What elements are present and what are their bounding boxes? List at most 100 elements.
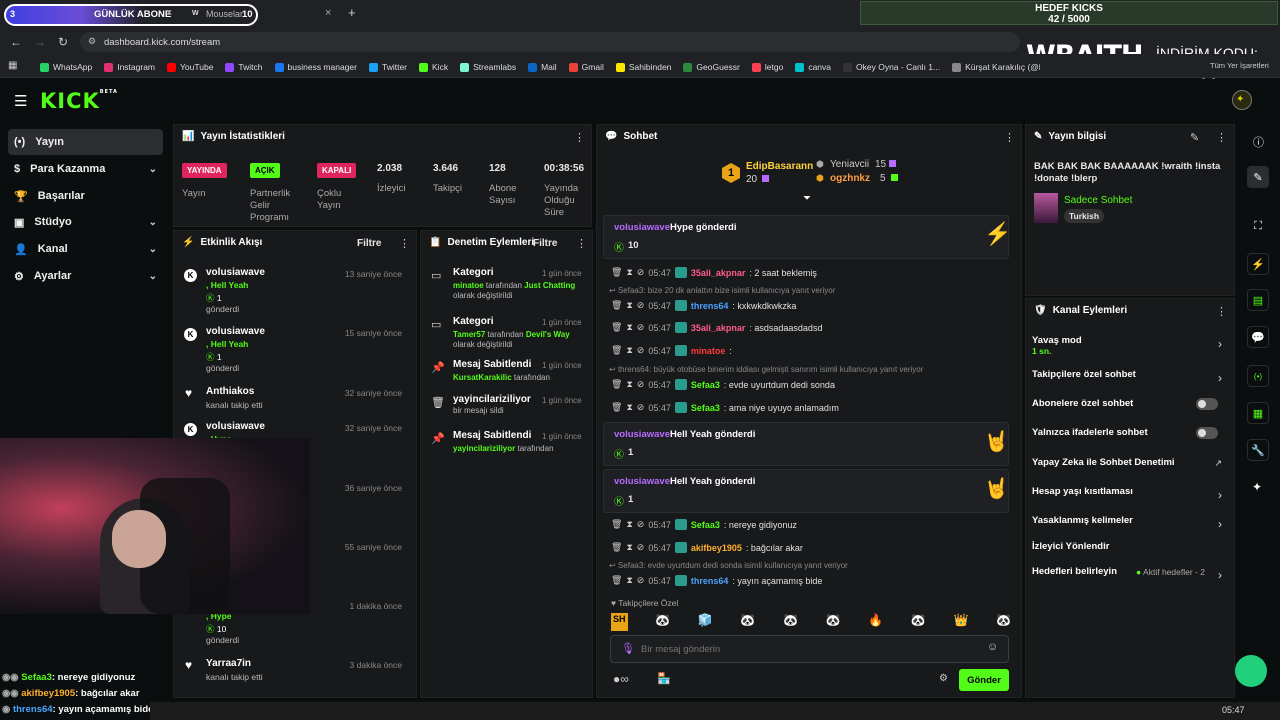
- microphone-icon[interactable]: 🎙: [621, 642, 635, 655]
- crop-icon[interactable]: ⛶: [1247, 215, 1269, 237]
- apps-grid-icon[interactable]: ▦: [8, 60, 17, 71]
- nav-ayarlar[interactable]: ⚙ Ayarlar ⌄: [8, 263, 163, 289]
- forward-icon[interactable]: →: [34, 35, 46, 49]
- kick-logo[interactable]: KICKBETA: [40, 89, 118, 113]
- leader-name[interactable]: EdipBasarann: [746, 161, 813, 172]
- ban-icon[interactable]: ⊘: [637, 300, 645, 311]
- ban-icon[interactable]: ⊘: [637, 379, 645, 390]
- event-user[interactable]: Anthiakos: [206, 386, 263, 397]
- more-options-icon[interactable]: ⋮: [574, 131, 585, 144]
- event-user[interactable]: volusiawave: [206, 267, 265, 278]
- layout-icon[interactable]: ▦: [1247, 402, 1269, 424]
- bookmark-item[interactable]: Mail: [528, 60, 557, 74]
- emote-icon[interactable]: 🔥: [868, 613, 883, 631]
- help-fab[interactable]: [1235, 655, 1267, 687]
- edit-icon[interactable]: ✎: [1247, 166, 1269, 188]
- broadcast-icon[interactable]: (•): [1247, 365, 1269, 387]
- expand-icon[interactable]: ⏷: [803, 193, 811, 204]
- bookmark-item[interactable]: Instagram: [104, 60, 155, 74]
- event-user[interactable]: volusiawave: [206, 326, 265, 337]
- channel-action-row[interactable]: Hesap yaşı kısıtlaması ›: [1026, 486, 1234, 508]
- clipboard-icon[interactable]: ▤: [1247, 289, 1269, 311]
- bookmark-item[interactable]: YouTube: [167, 60, 213, 74]
- ban-icon[interactable]: ⊘: [637, 402, 645, 413]
- delete-icon[interactable]: 🗑: [611, 575, 622, 586]
- delete-icon[interactable]: 🗑: [611, 519, 622, 530]
- filter-button[interactable]: Filtre: [357, 238, 381, 249]
- channel-action-row[interactable]: Takipçilere özel sohbet ›: [1026, 369, 1234, 391]
- leader-name[interactable]: Yeniavcii: [830, 159, 869, 170]
- filter-button[interactable]: Filtre: [533, 238, 557, 249]
- timeout-icon[interactable]: ⧗: [626, 379, 632, 390]
- close-icon[interactable]: ×: [166, 7, 172, 19]
- message-user[interactable]: threns64: [691, 576, 729, 586]
- send-button[interactable]: Gönder: [959, 669, 1009, 691]
- ban-icon[interactable]: ⊘: [637, 519, 645, 530]
- channel-action-row[interactable]: Hedefleri belirleyin › ● Aktif hedefler - …: [1026, 566, 1234, 588]
- bookmark-item[interactable]: canva: [795, 60, 831, 74]
- ban-icon[interactable]: ⊘: [637, 345, 645, 356]
- mod-user[interactable]: yayincilariziliyor: [453, 444, 515, 453]
- more-options-icon[interactable]: ⋮: [576, 237, 587, 250]
- message-user[interactable]: Sefaa3: [691, 403, 720, 413]
- mod-user[interactable]: KursatKarakilic: [453, 373, 512, 382]
- message-user[interactable]: minatoe: [691, 346, 726, 356]
- delete-icon[interactable]: 🗑: [611, 300, 622, 311]
- gear-icon[interactable]: ⚙: [939, 673, 948, 684]
- event-user[interactable]: volusiawave: [206, 421, 265, 432]
- wrench-icon[interactable]: 🔧: [1247, 439, 1269, 461]
- ban-icon[interactable]: ⊘: [637, 322, 645, 333]
- delete-icon[interactable]: 🗑: [611, 542, 622, 553]
- event-user[interactable]: Yarraa7in: [206, 658, 263, 669]
- emote-icon[interactable]: 🐼: [783, 613, 798, 631]
- bookmark-item[interactable]: Sahibinden: [615, 60, 671, 74]
- bookmark-item[interactable]: WhatsApp: [40, 60, 92, 74]
- message-user[interactable]: 35ali_akpnar: [691, 323, 746, 333]
- nav-para-kazanma[interactable]: $ Para Kazanma ⌄: [8, 156, 163, 182]
- emote-icon[interactable]: 🐼: [911, 613, 926, 631]
- more-options-icon[interactable]: ⋮: [1216, 305, 1227, 318]
- bookmark-item[interactable]: Streamlabs: [460, 60, 516, 74]
- channel-points-icon[interactable]: ●∞: [613, 672, 629, 686]
- timeout-icon[interactable]: ⧗: [626, 300, 632, 311]
- emote-icon[interactable]: 🧊: [698, 613, 713, 631]
- channel-action-row[interactable]: Yavaş mod 1 sn. ›: [1026, 335, 1234, 357]
- category-name[interactable]: Sadece Sohbet: [1064, 195, 1132, 206]
- store-icon[interactable]: 🏪: [657, 672, 671, 685]
- bookmark-item[interactable]: Twitch: [225, 60, 263, 74]
- delete-icon[interactable]: 🗑: [611, 322, 622, 333]
- bookmark-item[interactable]: Okey Oyna - Canlı 1...: [843, 60, 940, 74]
- message-user[interactable]: 35ali_akpnar: [691, 268, 746, 278]
- edit-icon[interactable]: ✎: [1190, 131, 1199, 144]
- message-user[interactable]: akifbey1905: [691, 543, 742, 553]
- more-options-icon[interactable]: ⋮: [1216, 131, 1227, 144]
- hype-user[interactable]: volusiawave: [614, 222, 670, 233]
- bookmark-item[interactable]: Kürşat Karakılıç (@k...: [952, 60, 1040, 74]
- timeout-icon[interactable]: ⧗: [626, 519, 632, 530]
- chat-input-box[interactable]: 🎙 ☺: [610, 635, 1009, 663]
- bookmark-item[interactable]: Twitter: [368, 60, 407, 74]
- chat-message-input[interactable]: [641, 641, 971, 657]
- mod-user[interactable]: minatoe: [453, 281, 484, 290]
- close-icon[interactable]: ×: [325, 7, 331, 19]
- leader-name[interactable]: ogzhnkz: [830, 173, 870, 184]
- hype-user[interactable]: volusiawave: [614, 476, 670, 487]
- timeout-icon[interactable]: ⧗: [626, 542, 632, 553]
- emote-icon[interactable]: 🐼: [826, 613, 841, 631]
- message-user[interactable]: Sefaa3: [691, 380, 720, 390]
- emote-icon[interactable]: 🐼: [996, 613, 1011, 631]
- bookmark-item[interactable]: Gmail: [568, 60, 604, 74]
- info-icon[interactable]: ⓘ: [1253, 134, 1264, 150]
- tab-title-mouselar[interactable]: Mouselar: [206, 9, 243, 19]
- emote-icon[interactable]: SH: [611, 613, 628, 631]
- more-options-icon[interactable]: ⋮: [399, 237, 410, 250]
- emote-icon[interactable]: 👑: [953, 613, 968, 631]
- hamburger-menu-icon[interactable]: ☰: [14, 92, 27, 110]
- timeout-icon[interactable]: ⧗: [626, 322, 632, 333]
- bookmark-item[interactable]: letgo: [751, 60, 783, 74]
- bookmark-item[interactable]: business manager: [274, 60, 357, 74]
- ban-icon[interactable]: ⊘: [637, 542, 645, 553]
- delete-icon[interactable]: 🗑: [611, 345, 622, 356]
- ban-icon[interactable]: ⊘: [637, 575, 645, 586]
- timeout-icon[interactable]: ⧗: [626, 575, 632, 586]
